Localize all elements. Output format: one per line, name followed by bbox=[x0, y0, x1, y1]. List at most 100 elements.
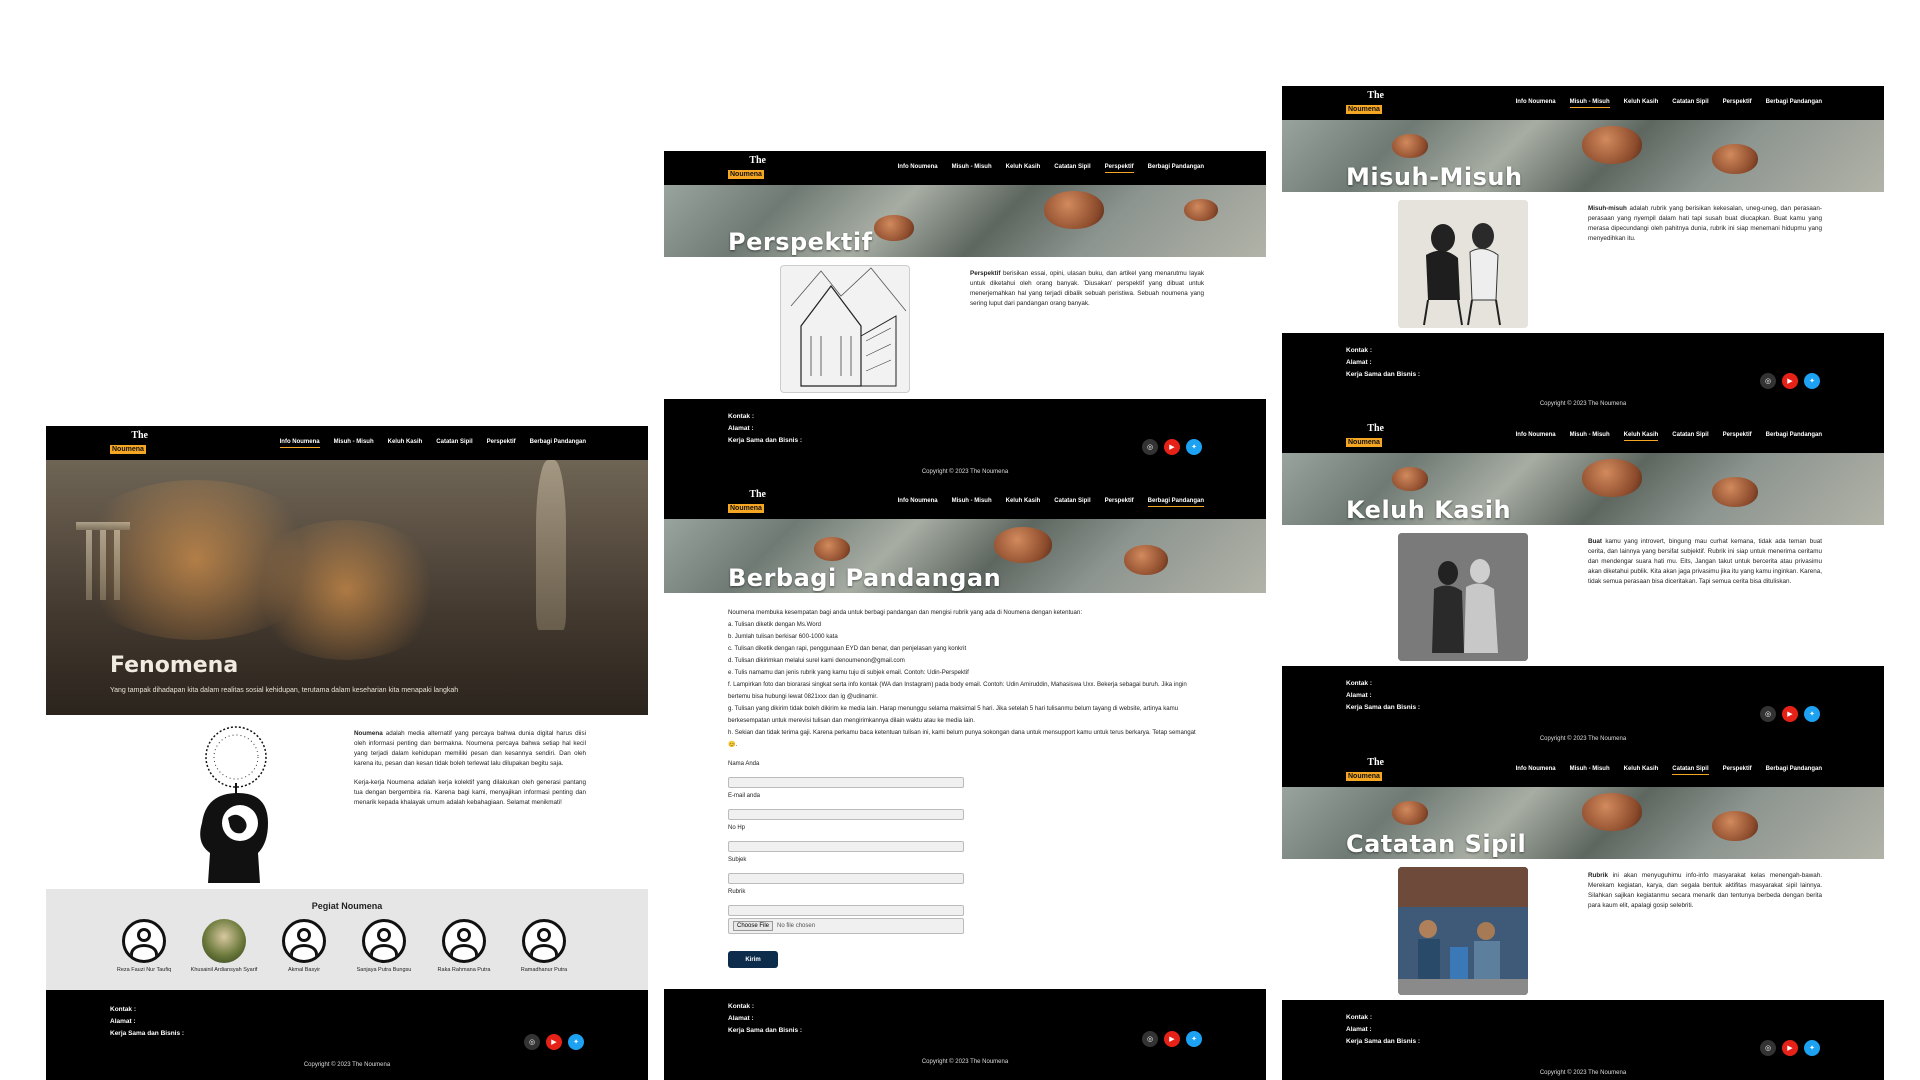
nav-keluh-kasih[interactable]: Keluh Kasih bbox=[1624, 766, 1659, 775]
nav-catatan-sipil[interactable]: Catatan Sipil bbox=[436, 439, 472, 448]
berbagi-pandangan-page: The Noumena Info Noumena Misuh - Misuh Ke… bbox=[664, 485, 1266, 1080]
team-member: Sanjaya Putra Bungsu bbox=[348, 919, 420, 974]
nav-misuh-misuh[interactable]: Misuh - Misuh bbox=[1570, 766, 1610, 775]
rubric-section: Perspektif berisikan essai, opini, ulasa… bbox=[664, 257, 1266, 399]
nav-perspektif[interactable]: Perspektif bbox=[1723, 766, 1752, 775]
nav-catatan-sipil[interactable]: Catatan Sipil bbox=[1672, 432, 1708, 441]
footer-alamat: Alamat : bbox=[728, 1015, 754, 1022]
nav-perspektif[interactable]: Perspektif bbox=[1105, 498, 1134, 507]
twitter-icon[interactable]: ✦ bbox=[1804, 373, 1820, 389]
nav-berbagi-pandangan[interactable]: Berbagi Pandangan bbox=[1147, 498, 1204, 507]
nav-berbagi-pandangan[interactable]: Berbagi Pandangan bbox=[1148, 164, 1204, 173]
instagram-icon[interactable]: ◎ bbox=[1142, 1031, 1158, 1047]
hero-title: Fenomena bbox=[110, 653, 239, 678]
guideline-item: g. Tulisan yang dikirim tidak boleh diki… bbox=[728, 705, 1179, 724]
logo[interactable]: The Noumena bbox=[1346, 757, 1386, 783]
twitter-icon[interactable]: ✦ bbox=[1804, 1040, 1820, 1056]
nav-info-noumena[interactable]: Info Noumena bbox=[898, 498, 938, 507]
nav-misuh-misuh[interactable]: Misuh - Misuh bbox=[952, 164, 992, 173]
logo[interactable]: The Noumena bbox=[1346, 90, 1386, 116]
copyright: Copyright © 2023 The Noumena bbox=[1539, 736, 1627, 742]
nav-keluh-kasih[interactable]: Keluh Kasih bbox=[1624, 99, 1659, 108]
banner-rock bbox=[994, 527, 1052, 563]
twitter-icon[interactable]: ✦ bbox=[1186, 1031, 1202, 1047]
youtube-icon[interactable]: ▶ bbox=[1782, 373, 1798, 389]
banner-title: Misuh-Misuh bbox=[1346, 163, 1523, 191]
instagram-icon[interactable]: ◎ bbox=[1760, 706, 1776, 722]
youtube-icon[interactable]: ▶ bbox=[1782, 1040, 1798, 1056]
nav-perspektif[interactable]: Perspektif bbox=[487, 439, 516, 448]
youtube-icon[interactable]: ▶ bbox=[546, 1034, 562, 1050]
nav-catatan-sipil[interactable]: Catatan Sipil bbox=[1672, 766, 1709, 775]
navbar: The Noumena Info Noumena Misuh - Misuh Ke… bbox=[1282, 753, 1884, 787]
copyright: Copyright © 2023 The Noumena bbox=[921, 1059, 1009, 1065]
copyright: Copyright © 2023 The Noumena bbox=[1539, 1070, 1627, 1076]
nav-catatan-sipil[interactable]: Catatan Sipil bbox=[1054, 498, 1090, 507]
nav-berbagi-pandangan[interactable]: Berbagi Pandangan bbox=[1766, 432, 1822, 441]
nav-misuh-misuh[interactable]: Misuh - Misuh bbox=[952, 498, 992, 507]
choose-file-button[interactable]: Choose File bbox=[733, 921, 774, 931]
twitter-icon[interactable]: ✦ bbox=[1186, 439, 1202, 455]
rubric-section: Misuh-misuh adalah rubrik yang berisikan… bbox=[1282, 192, 1884, 333]
youtube-icon[interactable]: ▶ bbox=[1164, 1031, 1180, 1047]
banner-title: Keluh Kasih bbox=[1346, 496, 1512, 524]
nav-info-noumena[interactable]: Info Noumena bbox=[279, 439, 320, 448]
twitter-icon[interactable]: ✦ bbox=[568, 1034, 584, 1050]
nav-info-noumena[interactable]: Info Noumena bbox=[898, 164, 938, 173]
navbar: The Noumena Info Noumena Misuh - Misuh Ke… bbox=[664, 485, 1266, 519]
nav-catatan-sipil[interactable]: Catatan Sipil bbox=[1672, 99, 1708, 108]
submit-button[interactable]: Kirim bbox=[728, 951, 778, 968]
nav-info-noumena[interactable]: Info Noumena bbox=[1516, 766, 1556, 775]
rubric-input[interactable] bbox=[728, 904, 964, 916]
footer-alamat: Alamat : bbox=[1346, 692, 1372, 699]
nav-perspektif[interactable]: Perspektif bbox=[1104, 164, 1134, 173]
rubric-description: Perspektif berisikan essai, opini, ulasa… bbox=[970, 269, 1204, 309]
banner-rock bbox=[1582, 126, 1642, 164]
nav-berbagi-pandangan[interactable]: Berbagi Pandangan bbox=[1766, 766, 1822, 775]
nav-keluh-kasih[interactable]: Keluh Kasih bbox=[1623, 432, 1659, 441]
nav-perspektif[interactable]: Perspektif bbox=[1723, 99, 1752, 108]
subject-input[interactable] bbox=[728, 872, 964, 884]
email-input[interactable] bbox=[728, 808, 964, 820]
logo[interactable]: The Noumena bbox=[110, 430, 150, 456]
logo-noumena: Noumena bbox=[1346, 438, 1382, 447]
logo-noumena: Noumena bbox=[728, 170, 764, 179]
youtube-icon[interactable]: ▶ bbox=[1164, 439, 1180, 455]
footer-kontak: Kontak : bbox=[1346, 680, 1372, 687]
logo[interactable]: The Noumena bbox=[1346, 423, 1386, 449]
instagram-icon[interactable]: ◎ bbox=[1760, 373, 1776, 389]
nav-misuh-misuh[interactable]: Misuh - Misuh bbox=[1569, 99, 1610, 108]
name-input[interactable] bbox=[728, 776, 964, 788]
nav-misuh-misuh[interactable]: Misuh - Misuh bbox=[334, 439, 374, 448]
footer-kerja: Kerja Sama dan Bisnis : bbox=[1346, 1038, 1421, 1045]
team-section: Pegiat Noumena Reza Fauzi Nur Taufiq Khu… bbox=[46, 889, 648, 990]
twitter-icon[interactable]: ✦ bbox=[1804, 706, 1820, 722]
nav-info-noumena[interactable]: Info Noumena bbox=[1516, 432, 1556, 441]
navbar: The Noumena Info Noumena Misuh - Misuh Ke… bbox=[664, 151, 1266, 185]
perspektif-page: The Noumena Info Noumena Misuh - Misuh Ke… bbox=[664, 151, 1266, 485]
phone-input[interactable] bbox=[728, 840, 964, 852]
instagram-icon[interactable]: ◎ bbox=[1142, 439, 1158, 455]
nav-berbagi-pandangan[interactable]: Berbagi Pandangan bbox=[1766, 99, 1822, 108]
nav-misuh-misuh[interactable]: Misuh - Misuh bbox=[1570, 432, 1610, 441]
navbar: The Noumena Info Noumena Misuh - Misuh Ke… bbox=[1282, 419, 1884, 453]
logo-noumena: Noumena bbox=[1346, 105, 1382, 114]
logo[interactable]: The Noumena bbox=[728, 489, 768, 515]
guideline-item: c. Tulisan diketik dengan rapi, pengguna… bbox=[728, 645, 967, 652]
instagram-icon[interactable]: ◎ bbox=[524, 1034, 540, 1050]
nav-keluh-kasih[interactable]: Keluh Kasih bbox=[1006, 498, 1041, 507]
nav-catatan-sipil[interactable]: Catatan Sipil bbox=[1054, 164, 1090, 173]
name-field: Nama Anda bbox=[728, 761, 964, 788]
instagram-icon[interactable]: ◎ bbox=[1760, 1040, 1776, 1056]
youtube-icon[interactable]: ▶ bbox=[1782, 706, 1798, 722]
footer-alamat: Alamat : bbox=[728, 425, 754, 432]
email-label: E-mail anda bbox=[728, 793, 761, 799]
nav-berbagi-pandangan[interactable]: Berbagi Pandangan bbox=[530, 439, 586, 448]
nav-perspektif[interactable]: Perspektif bbox=[1723, 432, 1752, 441]
nav-keluh-kasih[interactable]: Keluh Kasih bbox=[1006, 164, 1041, 173]
banner-rock bbox=[1392, 801, 1428, 825]
nav-keluh-kasih[interactable]: Keluh Kasih bbox=[388, 439, 423, 448]
rubric-section: Buat kamu yang introvert, bingung mau cu… bbox=[1282, 525, 1884, 666]
logo[interactable]: The Noumena bbox=[728, 155, 768, 181]
nav-info-noumena[interactable]: Info Noumena bbox=[1516, 99, 1556, 108]
